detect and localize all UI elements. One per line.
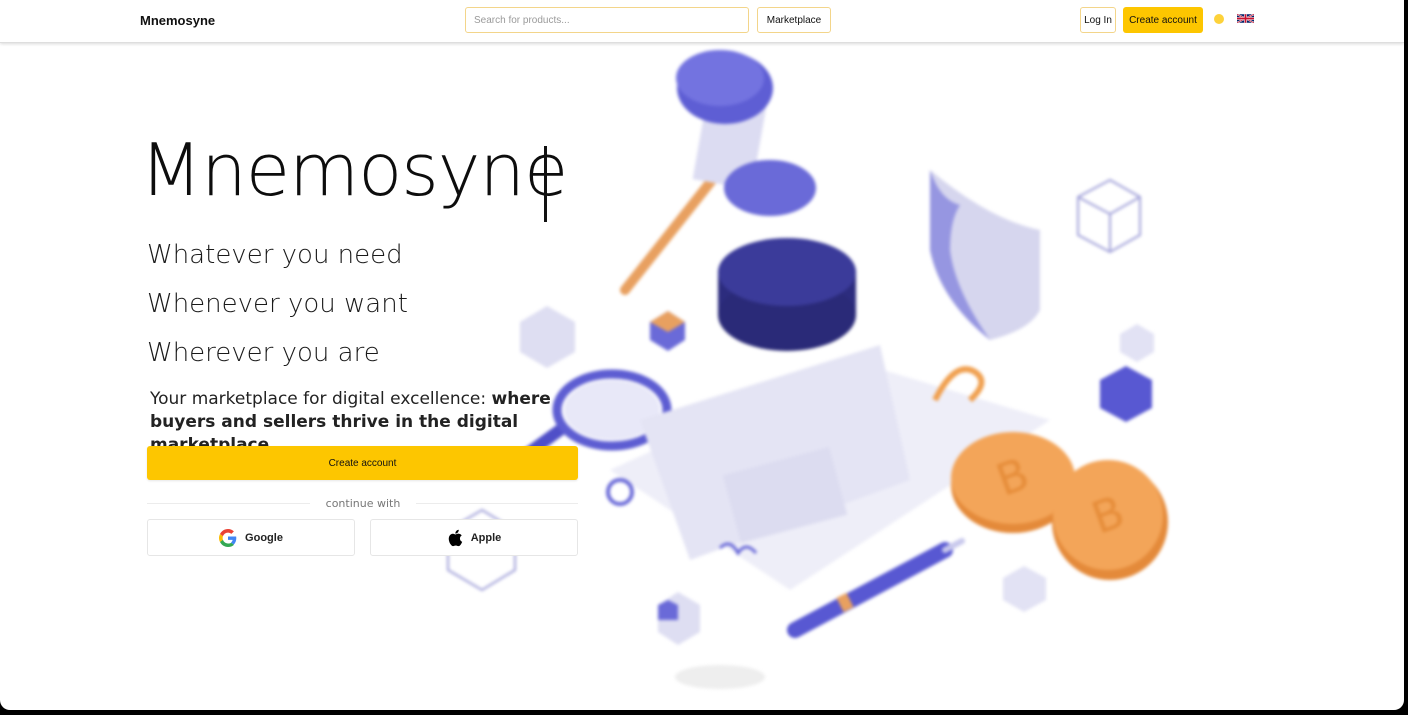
brand-logo[interactable]: Mnemosyne [140,13,215,28]
create-account-button[interactable]: Create account [1123,7,1203,33]
google-icon [219,528,237,547]
google-signin-button[interactable]: Google [147,519,355,556]
typing-caret [544,146,547,222]
hero-line-3: Wherever you are [147,338,380,368]
login-button[interactable]: Log In [1080,7,1116,33]
sun-dot-icon[interactable] [1214,14,1224,24]
hero-title: Mnemosyne [140,128,568,212]
hero-line-2: Whenever you want [147,289,408,319]
marketplace-button[interactable]: Marketplace [757,7,831,33]
apple-icon [448,529,462,546]
search-input[interactable] [465,7,749,33]
top-navbar: Mnemosyne Marketplace Log In Create acco… [0,0,1404,43]
hero-line-1: Whatever you need [147,240,403,270]
tagline-plain: Your marketplace for digital excellence: [150,389,492,409]
apple-label: Apple [470,531,502,544]
hero-create-account-button[interactable]: Create account [147,446,578,480]
stamp-illustration [718,238,856,351]
app-window: B B Mnemosyne Marketplace Log In Create … [0,0,1404,710]
coin-illustration: B B [951,432,1168,580]
apple-signin-button[interactable]: Apple [370,519,578,556]
uk-flag-icon[interactable] [1237,13,1254,24]
continue-with-label: continue with [310,497,416,510]
google-label: Google [245,531,283,544]
